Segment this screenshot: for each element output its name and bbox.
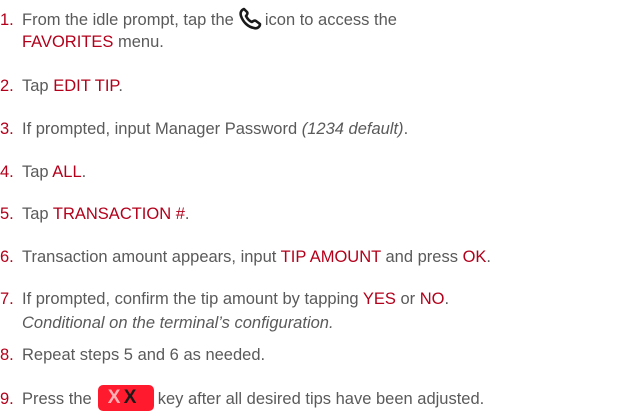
configuration-note: Conditional on the terminal’s configurat…	[22, 314, 334, 332]
step-number: 2.	[0, 77, 14, 95]
all-label: ALL	[52, 163, 82, 181]
step-1: 1. From the idle prompt, tap the icon to a…	[0, 6, 397, 51]
step-7: 7. If prompted, confirm the tip amount by…	[0, 287, 450, 332]
step-3: 3. If prompted, input Manager Password (1…	[0, 117, 408, 141]
step-text: From the idle prompt, tap the	[22, 11, 234, 29]
step-number: 4.	[0, 163, 14, 181]
step-text: Transaction amount appears, input	[22, 248, 281, 266]
step-text: .	[403, 120, 409, 138]
step-text: or	[395, 290, 420, 308]
step-text: Tap	[22, 205, 53, 223]
step-text: .	[486, 248, 491, 266]
step-9: 9. Press the X Xkey after all desired tips …	[0, 385, 484, 411]
step-text: .	[81, 163, 87, 181]
step-number: 3.	[0, 120, 14, 138]
step-number: 5.	[0, 205, 14, 223]
step-number: 9.	[0, 390, 14, 408]
yes-label: YES	[362, 290, 396, 308]
x-glyph-shadow: X	[107, 387, 121, 408]
step-text: Tap	[22, 163, 53, 181]
instruction-steps: 1. From the idle prompt, tap the icon to a…	[0, 0, 644, 415]
step-4: 4. Tap ALL.	[0, 160, 86, 184]
cancel-x-key-icon: XX	[97, 385, 154, 411]
step-text: If prompted, input Manager Password	[22, 120, 302, 138]
step-text: .	[118, 77, 123, 95]
step-text: If prompted, confirm the tip amount by t…	[22, 290, 363, 308]
step-text: menu.	[113, 33, 164, 51]
step-text: Tap	[22, 77, 54, 95]
step-text: Press the	[22, 390, 92, 408]
step-text: key after all desired tips have been adj…	[157, 390, 485, 408]
step-text: .	[184, 205, 190, 223]
default-password-note: (1234 default)	[301, 120, 404, 138]
favorites-label: FAVORITES	[22, 33, 114, 51]
step-text: icon to access the	[264, 11, 397, 29]
step-text: and press	[380, 248, 463, 266]
step-number: 6.	[0, 248, 14, 266]
edit-tip-label: EDIT TIP	[53, 77, 119, 95]
step-6: 6. Transaction amount appears, input TIP …	[0, 245, 491, 269]
phone-handset-icon	[238, 6, 264, 30]
tip-amount-label: TIP AMOUNT	[280, 248, 381, 266]
step-5: 5. Tap TRANSACTION #.	[0, 202, 190, 226]
step-text: Repeat steps 5 and 6 as needed.	[22, 346, 266, 364]
step-text: .	[444, 290, 450, 308]
x-glyph: X	[123, 387, 137, 408]
step-2: 2. Tap EDIT TIP.	[0, 74, 123, 98]
step-8: 8. Repeat steps 5 and 6 as needed.	[0, 343, 265, 367]
transaction-number-label: TRANSACTION #	[52, 205, 185, 223]
step-number: 8.	[0, 346, 14, 364]
ok-label: OK	[462, 248, 487, 266]
step-number: 7.	[0, 290, 14, 308]
no-label: NO	[419, 290, 445, 308]
step-number: 1.	[0, 11, 14, 29]
